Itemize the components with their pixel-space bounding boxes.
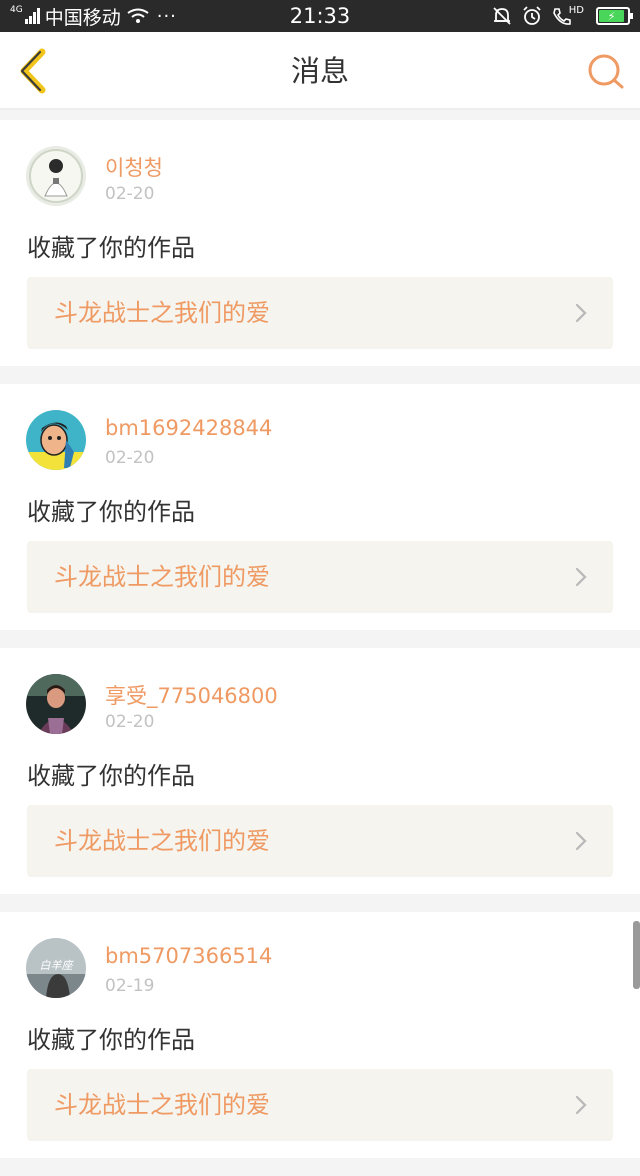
clock: 21:33 — [289, 4, 351, 28]
chevron-right-icon — [575, 831, 587, 851]
message-date: 02-19 — [105, 976, 155, 996]
chevron-right-icon — [575, 303, 587, 323]
avatar[interactable]: 白羊座 — [26, 938, 86, 998]
work-link[interactable]: 斗龙战士之我们的爱 — [27, 541, 613, 613]
battery-icon: ⚡ — [596, 7, 633, 25]
work-title: 斗龙战士之我们的爱 — [54, 299, 270, 327]
back-button[interactable] — [12, 46, 56, 96]
work-link[interactable]: 斗龙战士之我们的爱 — [27, 805, 613, 877]
hd-label: HD — [568, 4, 584, 16]
scrollbar[interactable] — [633, 921, 640, 989]
message-date: 02-20 — [105, 448, 155, 468]
bell-muted-icon — [493, 7, 511, 25]
message-action: 收藏了你的作品 — [27, 498, 195, 526]
message-card: 이청청 02-20 收藏了你的作品 斗龙战士之我们的爱 — [0, 120, 640, 366]
work-link[interactable]: 斗龙战士之我们的爱 — [27, 1069, 613, 1141]
username[interactable]: 이청청 — [105, 152, 163, 182]
message-action: 收藏了你的作品 — [27, 1026, 195, 1054]
username[interactable]: bm1692428844 — [105, 416, 272, 440]
message-card: 享受_775046800 02-20 收藏了你的作品 斗龙战士之我们的爱 — [0, 648, 640, 894]
avatar[interactable] — [26, 146, 86, 206]
page-title: 消息 — [290, 54, 349, 88]
message-date: 02-20 — [105, 184, 155, 204]
avatar-caption: 白羊座 — [40, 959, 75, 972]
avatar[interactable] — [26, 410, 86, 470]
chevron-right-icon — [575, 1095, 587, 1115]
avatar[interactable] — [26, 674, 86, 734]
chevron-left-icon — [20, 48, 46, 94]
status-bar: 4G 中国移动 ··· 21:33 HD ⚡ — [0, 0, 640, 32]
nav-header: 消息 — [0, 32, 640, 110]
alarm-icon — [523, 6, 541, 25]
work-title: 斗龙战士之我们的爱 — [54, 827, 270, 855]
message-card: bm1692428844 02-20 收藏了你的作品 斗龙战士之我们的爱 — [0, 384, 640, 630]
more-notifications: ··· — [156, 5, 177, 27]
message-action: 收藏了你的作品 — [27, 762, 195, 790]
message-date: 02-20 — [105, 712, 155, 732]
work-link[interactable]: 斗龙战士之我们的爱 — [27, 277, 613, 349]
wifi-icon — [127, 8, 149, 23]
username[interactable]: 享受_775046800 — [105, 680, 278, 710]
message-action: 收藏了你的作品 — [27, 234, 195, 262]
network-type: 4G — [10, 4, 23, 15]
message-list: 이청청 02-20 收藏了你的作品 斗龙战士之我们的爱 bm1692428844… — [0, 120, 640, 1176]
username[interactable]: bm5707366514 — [105, 944, 272, 968]
work-title: 斗龙战士之我们的爱 — [54, 563, 270, 591]
signal-icon — [24, 8, 41, 24]
chevron-right-icon — [575, 567, 587, 587]
message-card: 白羊座 bm5707366514 02-19 收藏了你的作品 斗龙战士之我们的爱 — [0, 912, 640, 1158]
battery-level: ⚡ — [599, 10, 625, 23]
work-title: 斗龙战士之我们的爱 — [54, 1091, 270, 1119]
search-button[interactable] — [586, 52, 626, 92]
carrier-label: 中国移动 — [44, 6, 121, 29]
